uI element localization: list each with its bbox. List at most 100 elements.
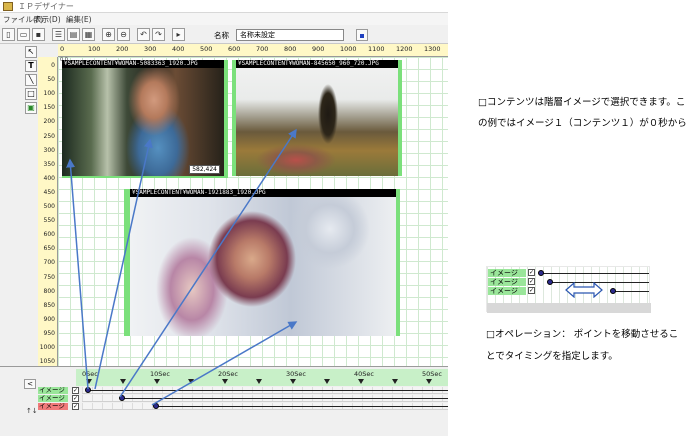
line-icon[interactable]: ╲ [25, 74, 37, 86]
image-size-readout: 582,424 [189, 165, 220, 174]
window-title: ＩＰデザイナー [18, 2, 74, 11]
menu-view[interactable]: 表示(D) [34, 14, 61, 25]
timeline-ruler: 0Sec 10Sec 20Sec 30Sec 40Sec 50Sec [76, 369, 448, 386]
v-ruler-tick: 650 [43, 245, 55, 253]
timeline-nav-button[interactable]: < [24, 379, 36, 389]
contents-description: □コンテンツは階層イメージで選択できます。この例ではイメージ１（コンテンツ１）が… [478, 97, 687, 129]
lock-icon[interactable] [356, 29, 368, 41]
content-image-3[interactable]: ¥SAMPLECONTENT¥WOMAN-1921883_1920.JPG [130, 189, 398, 336]
h-ruler-tick: 400 [172, 45, 185, 53]
operation-description: □オペレーション： ポイントを移動させることでタイミングを指定します。 [486, 329, 679, 362]
select-arrow-icon[interactable]: ↖ [25, 46, 37, 58]
inset-track-label: イメージ [488, 269, 526, 277]
v-ruler-tick: 850 [43, 301, 55, 309]
tool-palette: ↖ T ╲ □ ▣ [0, 44, 38, 366]
timeline-tick-label: 50Sec [422, 370, 442, 378]
image-caption: ¥SAMPLECONTENT¥WOMAN-1921883_1920.JPG [130, 189, 398, 197]
image2-right-handle[interactable] [398, 60, 402, 176]
save-icon[interactable]: ▪ [32, 28, 45, 41]
timeline-marker[interactable] [290, 379, 296, 384]
h-ruler-tick: 1000 [340, 45, 357, 53]
timeline-marker[interactable] [188, 379, 194, 384]
v-ruler-tick: 1050 [39, 358, 55, 366]
timeline-marker[interactable] [392, 379, 398, 384]
image-caption: ¥SAMPLECONTENT¥WOMAN-845650_960_720.JPG [236, 60, 398, 68]
track-label[interactable]: イメージ [38, 403, 68, 410]
align-icon[interactable]: ☰ [52, 28, 65, 41]
h-ruler-tick: 1100 [368, 45, 385, 53]
v-ruler-tick: 350 [43, 160, 55, 168]
timing-point[interactable] [119, 395, 125, 401]
timing-point[interactable] [153, 403, 159, 409]
app-icon [3, 2, 13, 11]
undo-icon[interactable]: ↶ [137, 28, 150, 41]
inset-timing-point [610, 288, 616, 294]
menu-edit[interactable]: 編集(E) [66, 14, 92, 25]
vertical-ruler: 0 50 100 150 200 250 300 350 400 450 500 550 600 650 7… [38, 57, 58, 366]
h-ruler-tick: 0 [60, 45, 65, 53]
timing-point[interactable] [85, 387, 91, 393]
image-icon[interactable]: ▣ [25, 102, 37, 114]
name-label: 名称 [214, 31, 229, 40]
h-ruler-tick: 200 [116, 45, 129, 53]
open-folder-icon[interactable]: ▭ [17, 28, 30, 41]
reorder-arrows-icon[interactable]: ↑↓ [26, 407, 38, 415]
design-canvas[interactable]: 0,0 ¥SAMPLECONTENT¥WOMAN-5083363_1920.JP… [58, 57, 448, 366]
timeline-panel: 0Sec 10Sec 20Sec 30Sec 40Sec 50Sec < イメージ ✓ イメー… [0, 366, 448, 436]
play-icon[interactable]: ▸ [172, 28, 185, 41]
v-ruler-tick: 700 [43, 259, 55, 267]
v-ruler-tick: 750 [43, 273, 55, 281]
timeline-tick-label: 20Sec [218, 370, 238, 378]
title-bar: ＩＰデザイナー [0, 0, 448, 13]
h-ruler-tick: 300 [144, 45, 157, 53]
timeline-marker[interactable] [426, 379, 432, 384]
content-image-2[interactable]: ¥SAMPLECONTENT¥WOMAN-845650_960_720.JPG [236, 60, 398, 176]
timeline-marker[interactable] [222, 379, 228, 384]
image1-bottom-handle[interactable] [62, 176, 228, 178]
toolbar: ▯ ▭ ▪ ☰ ▤ ▦ ⊕ ⊖ ↶ ↷ ▸ 名称 [0, 25, 448, 44]
track-label[interactable]: イメージ [38, 395, 68, 402]
h-ruler-tick: 700 [256, 45, 269, 53]
timeline-marker[interactable] [86, 379, 92, 384]
zoom-in-icon[interactable]: ⊕ [102, 28, 115, 41]
track-checkbox[interactable]: ✓ [72, 403, 79, 410]
text-icon[interactable]: T [25, 60, 37, 72]
v-ruler-tick: 900 [43, 315, 55, 323]
layout-icon[interactable]: ▤ [67, 28, 80, 41]
track-label[interactable]: イメージ [38, 387, 68, 394]
timeline-marker[interactable] [358, 379, 364, 384]
track-checkbox[interactable]: ✓ [72, 395, 79, 402]
menu-bar: ファイル(F) 表示(D) 編集(E) [0, 13, 448, 25]
image1-right-handle[interactable] [224, 60, 228, 178]
timeline-marker[interactable] [324, 379, 330, 384]
h-ruler-tick: 1300 [424, 45, 441, 53]
inset-track-line [541, 273, 649, 274]
grid-icon[interactable]: ▦ [82, 28, 95, 41]
rectangle-icon[interactable]: □ [25, 88, 37, 100]
content-image-1[interactable]: ¥SAMPLECONTENT¥WOMAN-5083363_1920.JPG 58… [62, 60, 224, 176]
inset-track-label: イメージ [488, 278, 526, 286]
new-doc-icon[interactable]: ▯ [2, 28, 15, 41]
timeline-marker[interactable] [154, 379, 160, 384]
h-ruler-tick: 500 [200, 45, 213, 53]
v-ruler-tick: 600 [43, 231, 55, 239]
track-duration-line [156, 406, 448, 407]
zoom-out-icon[interactable]: ⊖ [117, 28, 130, 41]
h-ruler-tick: 100 [88, 45, 101, 53]
v-ruler-tick: 500 [43, 203, 55, 210]
v-ruler-tick: 200 [43, 118, 55, 126]
image3-right-handle[interactable] [396, 189, 400, 336]
timeline-tick-label: 0Sec [82, 370, 98, 378]
track-checkbox[interactable]: ✓ [72, 387, 79, 394]
v-ruler-tick: 50 [47, 76, 55, 84]
h-ruler-tick: 600 [228, 45, 241, 53]
v-ruler-tick: 400 [43, 174, 55, 182]
timeline-marker[interactable] [120, 379, 126, 384]
timeline-marker[interactable] [256, 379, 262, 384]
inset-checkbox: ✓ [528, 278, 535, 285]
h-ruler-tick: 900 [312, 45, 325, 53]
redo-icon[interactable]: ↷ [152, 28, 165, 41]
h-ruler-tick: 1200 [396, 45, 413, 53]
name-input[interactable] [236, 29, 344, 41]
v-ruler-tick: 300 [43, 146, 55, 154]
